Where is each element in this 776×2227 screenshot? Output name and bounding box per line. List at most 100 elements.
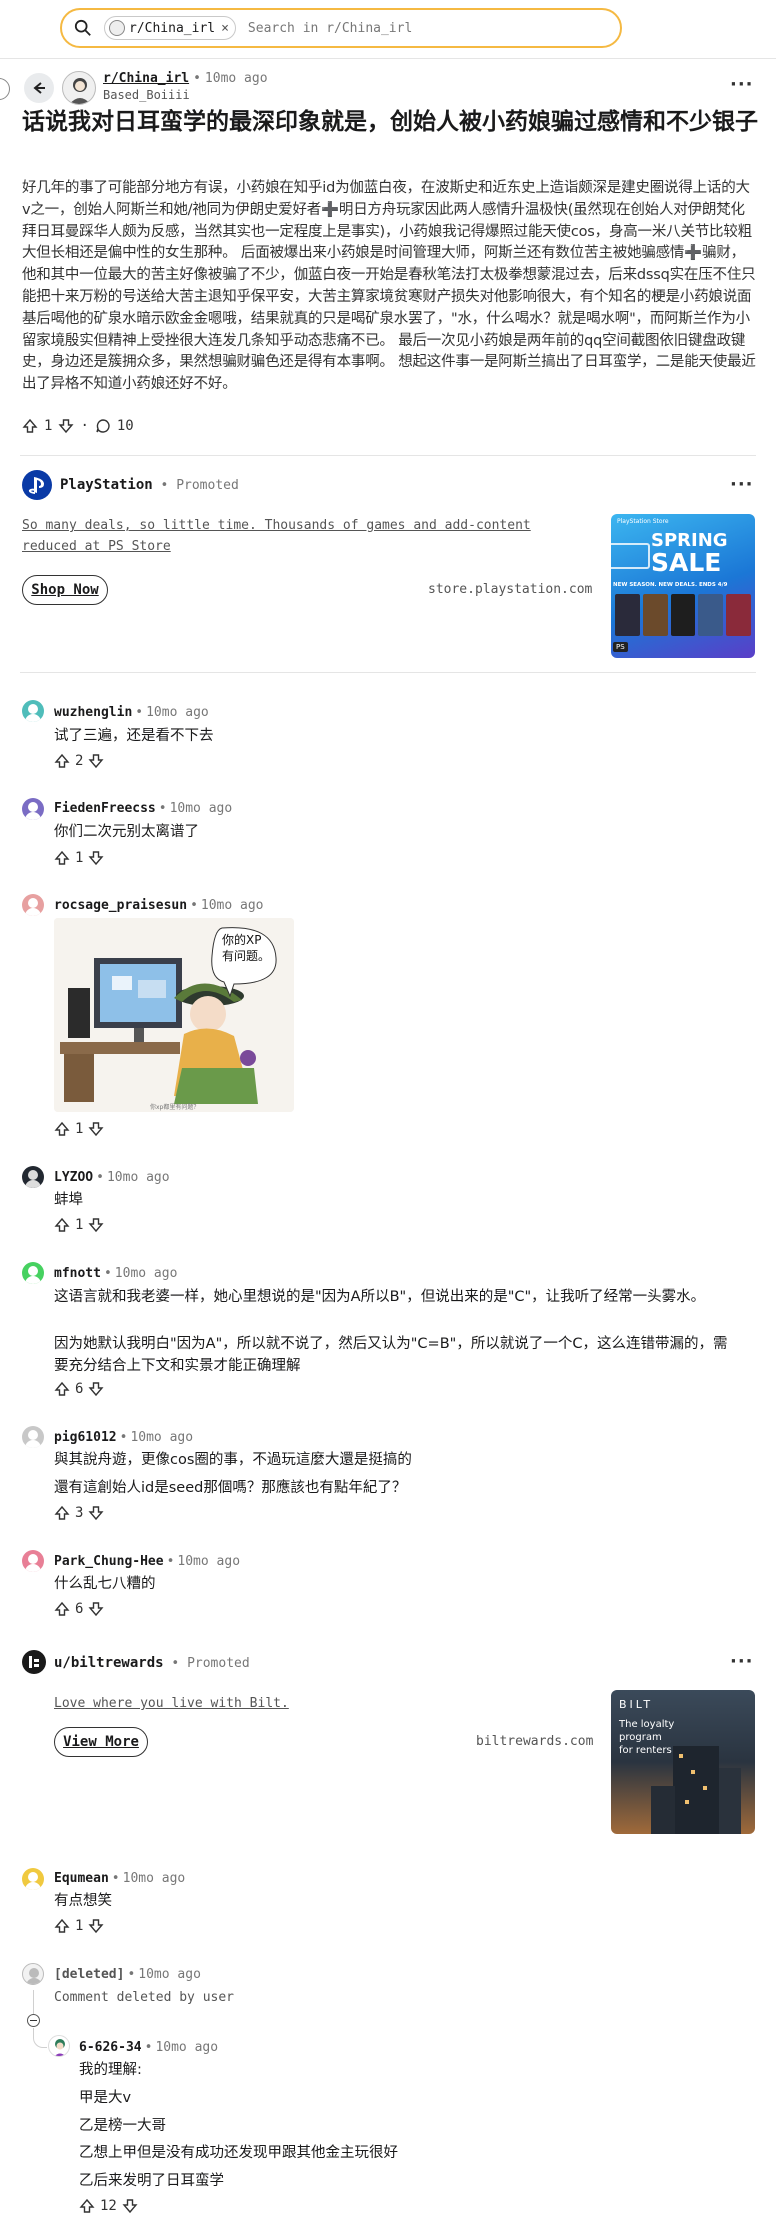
comment-avatar[interactable]: [22, 798, 44, 820]
upvote-icon[interactable]: [54, 850, 70, 866]
upvote-icon[interactable]: [54, 1121, 70, 1137]
ad-text[interactable]: So many deals, so little time. Thousands…: [22, 515, 542, 557]
vote-count: 1: [75, 1217, 84, 1233]
downvote-icon[interactable]: [88, 1121, 104, 1137]
subreddit-filter-chip[interactable]: r/China_irl ×: [104, 16, 236, 40]
comment-avatar[interactable]: [22, 1868, 44, 1890]
comment-votes: 1: [54, 1121, 104, 1137]
bilt-ad-image[interactable]: BILT The loyalty program for renters: [611, 1690, 755, 1834]
shop-now-button[interactable]: Shop Now: [22, 575, 108, 605]
ad-advertiser: u/biltrewards • Promoted: [54, 1655, 250, 1671]
upvote-icon[interactable]: [54, 753, 70, 769]
search-bar[interactable]: r/China_irl × Search in r/China_irl: [60, 8, 622, 48]
downvote-icon[interactable]: [88, 1918, 104, 1934]
bilt-ad-line: for renters: [619, 1745, 672, 1756]
comment-header: pig61012 • 10mo ago: [54, 1430, 194, 1445]
upvote-icon[interactable]: [54, 1505, 70, 1521]
comment-avatar[interactable]: [22, 700, 44, 722]
comment-text: 蚌埠: [54, 1192, 83, 1208]
ad-more-icon[interactable]: ···: [730, 1651, 754, 1672]
comment-header: Park_Chung-Hee • 10mo ago: [54, 1554, 241, 1569]
ad-image-tag: NEW SEASON. NEW DEALS. ENDS 4/9: [613, 582, 728, 588]
comment-user[interactable]: LYZOO: [54, 1170, 93, 1185]
comment-avatar[interactable]: [48, 2035, 70, 2057]
sidebar-toggle[interactable]: [0, 78, 10, 100]
comment-user[interactable]: mfnott: [54, 1266, 101, 1281]
upvote-icon[interactable]: [54, 1601, 70, 1617]
comment-header: Equmean • 10mo ago: [54, 1871, 186, 1886]
post-author[interactable]: Based_Boiiii: [103, 88, 190, 102]
ad-domain[interactable]: biltrewards.com: [476, 1734, 593, 1749]
comment-avatar[interactable]: [22, 1262, 44, 1284]
comment-user[interactable]: pig61012: [54, 1430, 117, 1445]
search-input[interactable]: Search in r/China_irl: [248, 21, 412, 36]
comment-text: 乙后来发明了日耳蛮学: [79, 2173, 224, 2189]
comment-image-caption: 你的XP有问题。: [222, 933, 271, 963]
comment-image[interactable]: 你的XP有问题。 你xp都里有问题？: [54, 918, 294, 1112]
comment-avatar[interactable]: [22, 1550, 44, 1572]
comment-time: 10mo ago: [114, 1266, 178, 1281]
advertiser-name[interactable]: PlayStation: [60, 477, 153, 493]
upvote-icon[interactable]: [54, 1381, 70, 1397]
post-time: 10mo ago: [204, 71, 268, 86]
comment-deleted-text: Comment deleted by user: [54, 1990, 235, 2005]
comment-user[interactable]: wuzhenglin: [54, 705, 132, 720]
comment-text: 因为她默认我明白"因为A"，所以就不说了，然后又认为"C=B"，所以就说了一个C…: [54, 1336, 728, 1374]
comment-icon[interactable]: [95, 418, 111, 434]
downvote-icon[interactable]: [88, 1381, 104, 1397]
top-bar: r/China_irl × Search in r/China_irl: [0, 0, 776, 56]
vote-count: 12: [100, 2198, 117, 2214]
comment-user[interactable]: FiedenFreecss: [54, 801, 156, 816]
downvote-icon[interactable]: [88, 1601, 104, 1617]
ad-divider: [20, 672, 756, 673]
back-button[interactable]: [24, 73, 54, 103]
comment-time: 10mo ago: [200, 898, 264, 913]
downvote-icon[interactable]: [88, 1505, 104, 1521]
post-title: 话说我对日耳蛮学的最深印象就是，创始人被小药娘骗过感情和不少银子: [22, 109, 758, 135]
upvote-icon[interactable]: [79, 2198, 95, 2214]
vote-count: 6: [75, 1381, 84, 1397]
vote-count: 2: [75, 753, 84, 769]
vote-count: 1: [75, 1121, 84, 1137]
comment-header: FiedenFreecss • 10mo ago: [54, 801, 233, 816]
collapse-icon[interactable]: [27, 2014, 40, 2027]
bilt-ad-line: program: [619, 1732, 662, 1743]
upvote-icon[interactable]: [54, 1918, 70, 1934]
playstation-logo[interactable]: [22, 470, 52, 500]
bilt-logo[interactable]: [22, 1650, 46, 1674]
comment-avatar[interactable]: [22, 1166, 44, 1188]
chip-close-icon[interactable]: ×: [221, 21, 229, 36]
comment-time: 10mo ago: [177, 1554, 241, 1569]
downvote-icon[interactable]: [88, 1217, 104, 1233]
downvote-icon[interactable]: [122, 2198, 138, 2214]
subreddit-avatar[interactable]: [62, 71, 96, 105]
comment-votes: 1: [54, 850, 104, 866]
comment-time: 10mo ago: [146, 705, 209, 720]
subreddit-chip-avatar: [109, 20, 125, 36]
ad-domain[interactable]: store.playstation.com: [428, 582, 592, 597]
upvote-icon[interactable]: [54, 1217, 70, 1233]
post-more-icon[interactable]: ···: [730, 74, 754, 95]
playstation-ad-image[interactable]: PlayStation Store SPRING SALE NEW SEASON…: [611, 514, 755, 658]
downvote-icon[interactable]: [88, 850, 104, 866]
comment-user[interactable]: Park_Chung-Hee: [54, 1554, 164, 1569]
comment-user[interactable]: 6-626-34: [79, 2040, 142, 2055]
ad-image-headline-bottom: SALE: [651, 548, 722, 577]
comment-text: 乙是榜一大哥: [79, 2118, 166, 2134]
advertiser-name[interactable]: u/biltrewards: [54, 1655, 164, 1671]
ad-more-icon[interactable]: ···: [730, 474, 754, 495]
comment-user[interactable]: Equmean: [54, 1871, 109, 1886]
upvote-icon[interactable]: [22, 418, 38, 434]
ad-text[interactable]: Love where you live with Bilt.: [54, 1693, 574, 1714]
comment-user[interactable]: rocsage_praisesun: [54, 898, 187, 913]
post-divider: [20, 455, 756, 456]
comment-header: mfnott • 10mo ago: [54, 1266, 178, 1281]
subreddit-link[interactable]: r/China_irl: [103, 71, 189, 86]
downvote-icon[interactable]: [88, 753, 104, 769]
comment-avatar[interactable]: [22, 1426, 44, 1448]
comment-avatar[interactable]: [22, 894, 44, 916]
view-more-button[interactable]: View More: [54, 1727, 148, 1757]
comment-time: 10mo ago: [155, 2040, 219, 2055]
comment-header: [deleted] • 10mo ago: [54, 1967, 201, 1982]
downvote-icon[interactable]: [58, 418, 74, 434]
